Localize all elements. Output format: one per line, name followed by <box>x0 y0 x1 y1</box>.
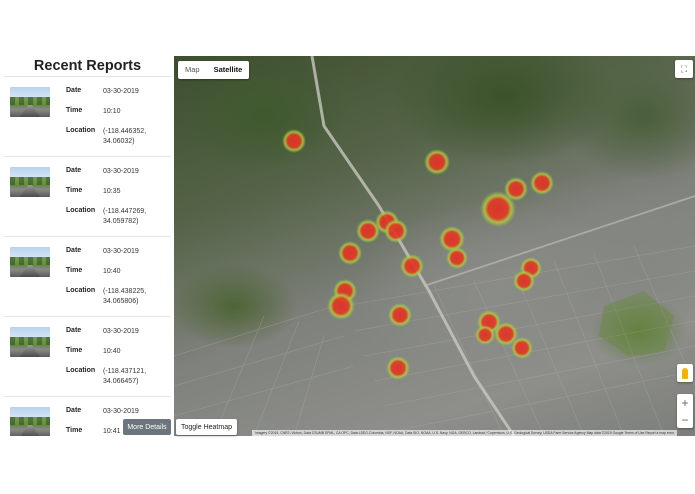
report-thumbnail[interactable] <box>10 247 50 277</box>
heatmap-layer <box>282 129 554 380</box>
heat-spot <box>513 270 535 292</box>
pegman-icon[interactable] <box>677 364 693 382</box>
heat-spot <box>424 149 450 175</box>
zoom-control: + − <box>677 394 693 428</box>
reports-sidebar: Recent Reports Date 03-30-2019 Time 10:1… <box>4 56 171 436</box>
fullscreen-icon[interactable]: ⛶ <box>675 60 693 78</box>
map-type-map-button[interactable]: Map <box>178 61 207 79</box>
time-label: Time <box>66 267 83 274</box>
date-label: Date <box>66 167 82 174</box>
report-item[interactable]: Date 03-30-2019 Time 10:35 Location (-11… <box>4 157 171 237</box>
date-label: Date <box>66 407 82 414</box>
heat-spot <box>446 247 468 269</box>
more-details-button[interactable]: More Details <box>123 419 171 435</box>
heat-spot <box>475 325 495 345</box>
reports-list: Date 03-30-2019 Time 10:10 Location (-11… <box>4 77 171 436</box>
heat-spot <box>282 129 306 153</box>
date-value: 03-30-2019 <box>103 248 139 255</box>
date-label: Date <box>66 247 82 254</box>
time-label: Time <box>66 427 83 434</box>
location-value: (-118.447269, 34.059782) <box>103 208 147 225</box>
zoom-out-button[interactable]: − <box>681 414 688 426</box>
location-label: Location <box>66 367 96 374</box>
report-thumbnail[interactable] <box>10 167 50 197</box>
heat-spot <box>511 337 533 359</box>
map-type-control: Map Satellite <box>178 61 250 79</box>
time-label: Time <box>66 187 83 194</box>
time-label: Time <box>66 347 83 354</box>
date-label: Date <box>66 87 82 94</box>
heat-spot <box>338 241 362 265</box>
report-thumbnail[interactable] <box>10 407 50 436</box>
date-label: Date <box>66 327 82 334</box>
time-label: Time <box>66 107 83 114</box>
heat-spot <box>388 303 412 327</box>
report-item[interactable]: Date 03-30-2019 Time 10:10 Location (-11… <box>4 77 171 157</box>
heat-spot <box>400 254 424 278</box>
date-value: 03-30-2019 <box>103 168 139 175</box>
toggle-heatmap-button[interactable]: Toggle Heatmap <box>176 419 237 435</box>
location-label: Location <box>66 127 96 134</box>
map-type-satellite-button[interactable]: Satellite <box>207 61 250 79</box>
zoom-in-button[interactable]: + <box>681 397 688 409</box>
heat-spot <box>356 219 380 243</box>
time-value: 10:40 <box>103 268 121 275</box>
location-value: (-118.438225, 34.065806) <box>103 288 147 305</box>
sidebar-title: Recent Reports <box>4 56 171 77</box>
report-item[interactable]: Date 03-30-2019 Time 10:40 Location (-11… <box>4 317 171 397</box>
location-value: (-118.437121, 34.066457) <box>103 368 147 385</box>
date-value: 03-30-2019 <box>103 408 139 415</box>
satellite-map[interactable]: Map Satellite ⛶ + − Imagery ©2019, CNES … <box>174 56 695 436</box>
location-value: (-118.446352, 34.06032) <box>103 128 147 145</box>
date-value: 03-30-2019 <box>103 88 139 95</box>
heat-spot <box>530 171 554 195</box>
date-value: 03-30-2019 <box>103 328 139 335</box>
heat-spot <box>327 292 355 320</box>
time-value: 10:40 <box>103 348 121 355</box>
report-thumbnail[interactable] <box>10 327 50 357</box>
heat-spot <box>386 356 410 380</box>
time-value: 10:35 <box>103 188 121 195</box>
heat-spot <box>480 191 516 227</box>
map-attribution: Imagery ©2019, CNES / Airbus, Data CSUMB… <box>252 430 677 436</box>
time-value: 10:10 <box>103 108 121 115</box>
heat-spot <box>384 219 408 243</box>
location-label: Location <box>66 287 96 294</box>
report-thumbnail[interactable] <box>10 87 50 117</box>
report-item[interactable]: Date 03-30-2019 Time 10:40 Location (-11… <box>4 237 171 317</box>
location-label: Location <box>66 207 96 214</box>
